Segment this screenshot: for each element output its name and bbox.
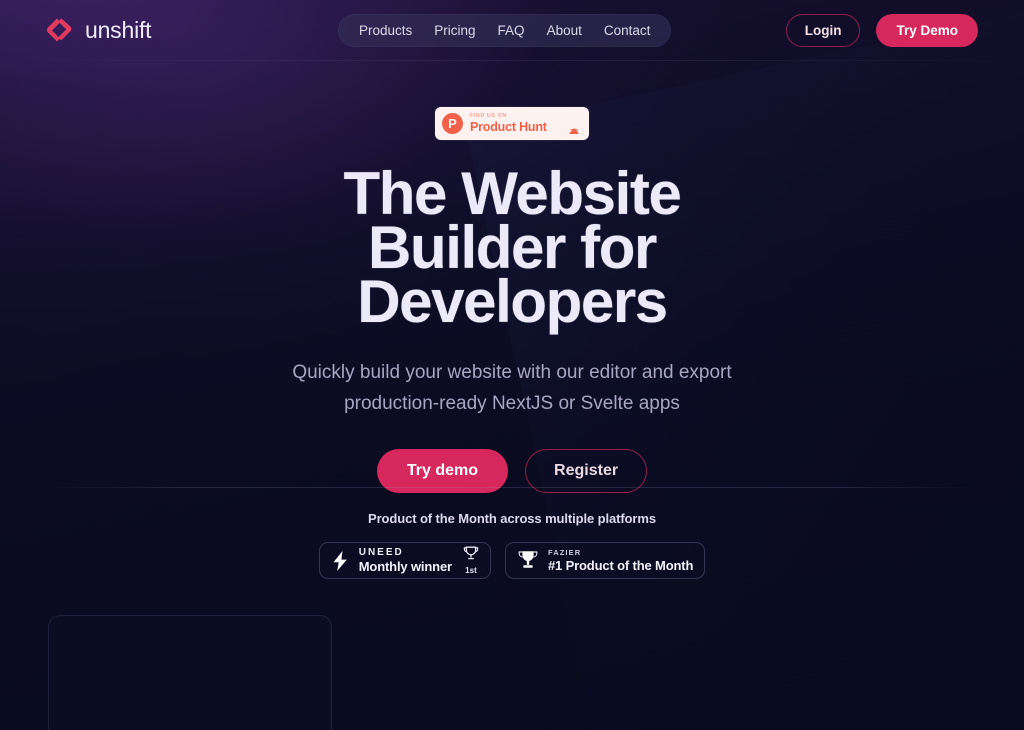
award-badge-uneed[interactable]: UNEED Monthly winner 1st [318,542,491,579]
award-label-uneed: Monthly winner [358,559,452,574]
product-hunt-badge[interactable]: P FIND US ON Product Hunt 33 [435,107,589,140]
header-divider [0,60,1024,61]
award-text-uneed: UNEED Monthly winner [358,547,452,574]
section-divider [48,487,976,488]
award-label-fazier: #1 Product of the Month [547,558,694,574]
product-hunt-upvotes: 33 [569,110,582,136]
main-nav: Products Pricing FAQ About Contact [338,14,672,47]
subhead-line-1: Quickly build your website with our edit… [292,362,732,383]
brand-name: unshift [85,16,152,43]
headline-line-2: Builder for [368,214,657,281]
brand-logo-link[interactable]: unshift [44,15,152,45]
trophy-icon [463,546,479,565]
hero-section: P FIND US ON Product Hunt 33 The Website… [0,60,1024,493]
nav-item-pricing[interactable]: Pricing [434,24,475,38]
login-button[interactable]: Login [785,13,861,47]
preview-card[interactable] [48,615,332,730]
hero-subheadline: Quickly build your website with our edit… [0,357,1024,419]
product-hunt-upvote-count: 33 [569,126,579,136]
subhead-line-2: production-ready NextJS or Svelte apps [344,393,680,414]
nav-item-faq[interactable]: FAQ [498,24,525,38]
headline-line-1: The Website [343,160,682,227]
product-hunt-logo-icon: P [442,113,463,134]
award-kicker-fazier: FAZIER [547,547,582,557]
lightning-bolt-icon [331,550,350,572]
trophy-icon [517,549,539,573]
header-actions: Login Try Demo [785,13,978,47]
awards-section: Product of the Month across multiple pla… [0,511,1024,579]
headline-line-3: Developers [357,268,668,335]
try-demo-button[interactable]: Try Demo [876,13,978,47]
award-rank-label-uneed: 1st [465,566,477,575]
product-hunt-kicker: FIND US ON [470,112,507,119]
award-badge-fazier[interactable]: FAZIER #1 Product of the Month [504,542,706,579]
page-background: unshift Products Pricing FAQ About Conta… [0,0,1024,730]
diamond-chevron-logo-icon [44,15,74,45]
hero-headline: The Website Builder for Developers [0,160,1024,335]
award-kicker-uneed: UNEED [358,547,404,558]
product-hunt-name: Product Hunt [470,119,547,134]
site-header: unshift Products Pricing FAQ About Conta… [0,0,1024,60]
nav-item-products[interactable]: Products [359,24,412,38]
award-rank-uneed: 1st [461,546,479,575]
nav-item-about[interactable]: About [547,24,582,38]
awards-title: Product of the Month across multiple pla… [368,511,656,526]
awards-row: UNEED Monthly winner 1st FAZIER #1 Produ… [0,542,1024,579]
product-hunt-text: FIND US ON Product Hunt [470,112,562,134]
nav-item-contact[interactable]: Contact [604,24,651,38]
award-text-fazier: FAZIER #1 Product of the Month [548,549,693,573]
